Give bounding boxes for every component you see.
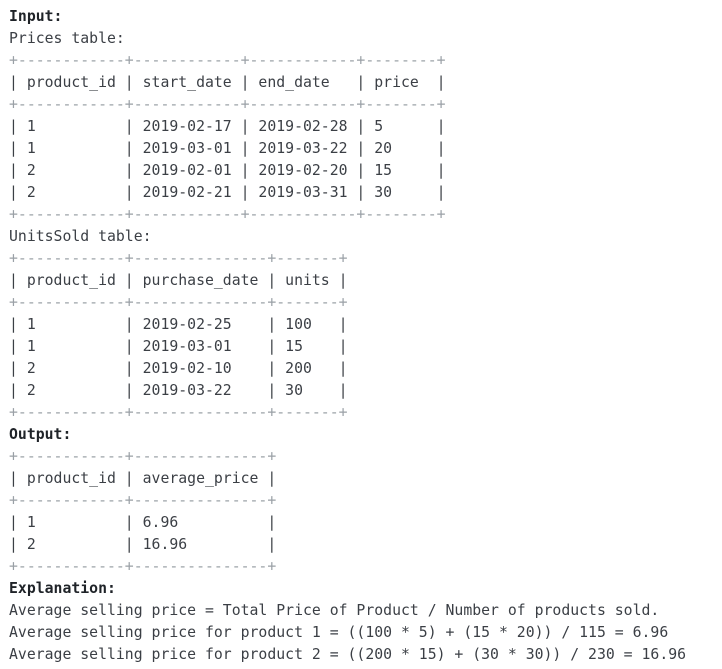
output-table-border-top: +------------+---------------+ <box>9 448 277 465</box>
units-sold-table-row: | 2 | 2019-03-22 | 30 | <box>9 382 348 399</box>
explanation-line: Average selling price for product 1 = ((… <box>9 624 669 641</box>
units-sold-table-row: | 1 | 2019-03-01 | 15 | <box>9 338 348 355</box>
prices-table-row: | 1 | 2019-02-17 | 2019-02-28 | 5 | <box>9 118 446 135</box>
units-sold-table-header: | product_id | purchase_date | units | <box>9 272 348 289</box>
units-sold-table-caption: UnitsSold table: <box>9 228 152 245</box>
units-sold-table: +------------+---------------+-------+ |… <box>9 248 686 424</box>
units-sold-table-row: | 2 | 2019-02-10 | 200 | <box>9 360 348 377</box>
prices-table-border-mid: +------------+------------+------------+… <box>9 96 446 113</box>
prices-table-row: | 1 | 2019-03-01 | 2019-03-22 | 20 | <box>9 140 446 157</box>
prices-table: +------------+------------+------------+… <box>9 50 686 226</box>
explanation-line: Average selling price for product 2 = ((… <box>9 646 687 663</box>
output-label: Output: <box>9 426 72 443</box>
output-table-border-bottom: +------------+---------------+ <box>9 558 277 575</box>
prices-table-row: | 2 | 2019-02-21 | 2019-03-31 | 30 | <box>9 184 446 201</box>
output-table-row: | 2 | 16.96 | <box>9 536 277 553</box>
explanation-label: Explanation: <box>9 580 116 597</box>
units-sold-table-border-mid: +------------+---------------+-------+ <box>9 294 348 311</box>
example-document: Input: Prices table: +------------+-----… <box>9 6 686 666</box>
explanation-line: Average selling price = Total Price of P… <box>9 602 660 619</box>
prices-table-border-top: +------------+------------+------------+… <box>9 52 446 69</box>
units-sold-table-border-bottom: +------------+---------------+-------+ <box>9 404 348 421</box>
output-table: +------------+---------------+ | product… <box>9 446 686 578</box>
units-sold-table-border-top: +------------+---------------+-------+ <box>9 250 348 267</box>
output-table-border-mid: +------------+---------------+ <box>9 492 277 509</box>
output-table-row: | 1 | 6.96 | <box>9 514 277 531</box>
units-sold-table-row: | 1 | 2019-02-25 | 100 | <box>9 316 348 333</box>
output-table-header: | product_id | average_price | <box>9 470 277 487</box>
input-label: Input: <box>9 8 63 25</box>
prices-table-row: | 2 | 2019-02-01 | 2019-02-20 | 15 | <box>9 162 446 179</box>
prices-table-header: | product_id | start_date | end_date | p… <box>9 74 446 91</box>
prices-table-border-bottom: +------------+------------+------------+… <box>9 206 446 223</box>
prices-table-caption: Prices table: <box>9 30 125 47</box>
